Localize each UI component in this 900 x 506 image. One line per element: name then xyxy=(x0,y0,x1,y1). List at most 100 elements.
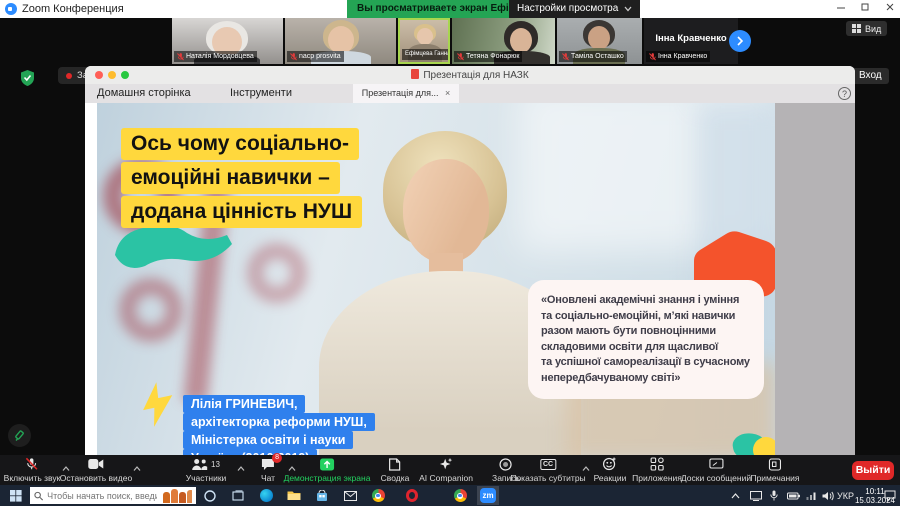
mic-muted-icon xyxy=(457,52,464,60)
chrome-icon-2[interactable] xyxy=(452,488,468,503)
start-button[interactable] xyxy=(8,488,24,503)
search-doodle-image xyxy=(161,488,192,503)
quote-card: «Оновлені академічні знання і уміння та … xyxy=(528,280,764,399)
view-button[interactable]: Вид xyxy=(846,21,888,36)
apps-button[interactable]: Приложения xyxy=(632,457,682,483)
edge-icon[interactable] xyxy=(258,488,274,503)
tab-tools[interactable]: Інструменти xyxy=(230,84,292,103)
chevron-down-icon xyxy=(624,6,632,12)
annotate-button[interactable] xyxy=(8,424,31,447)
whiteboards-button[interactable]: Доски сообщений xyxy=(681,457,751,483)
security-shield-icon[interactable] xyxy=(20,70,35,91)
quote-line: та успішної самореалізації в сучасному xyxy=(541,356,750,368)
reactions-button[interactable]: Реакции xyxy=(594,457,626,483)
action-center-icon[interactable] xyxy=(884,485,896,506)
search-input[interactable] xyxy=(47,490,158,501)
mic-muted-icon xyxy=(290,52,297,60)
tray-display-icon[interactable] xyxy=(750,485,762,506)
ai-sparkle-icon xyxy=(439,457,453,470)
tray-battery-icon[interactable] xyxy=(787,485,800,506)
summary-doc-icon xyxy=(389,457,401,471)
participants-button[interactable]: 13 Участники xyxy=(185,457,227,483)
participant-tile-active-speaker[interactable]: Ефімцева Ганна xyxy=(398,18,450,64)
help-icon[interactable]: ? xyxy=(838,87,851,100)
recording-dot-icon xyxy=(66,72,72,79)
participants-count: 13 xyxy=(211,459,220,469)
tray-network-icon[interactable] xyxy=(806,485,817,506)
tab-presentation-label: Презентація для... xyxy=(361,88,439,98)
close-button[interactable] xyxy=(883,2,897,16)
participant-tile[interactable]: Тетяна Фонарюк xyxy=(452,18,555,64)
logo-yellow-circle xyxy=(753,437,775,455)
mail-icon[interactable] xyxy=(342,488,358,503)
file-explorer-icon[interactable] xyxy=(286,488,302,503)
chat-button[interactable]: 8 Чат xyxy=(261,453,283,483)
view-settings-label: Настройки просмотра xyxy=(517,3,619,14)
opera-icon[interactable] xyxy=(404,488,420,503)
window-title: Zoom Конференция xyxy=(22,3,124,15)
slide-heading-line: додана цінність НУШ xyxy=(121,196,363,228)
leave-button[interactable]: Выйти xyxy=(852,461,894,480)
chrome-icon[interactable] xyxy=(370,488,386,503)
participant-tile[interactable]: Таміла Осташко xyxy=(557,18,642,64)
taskbar-search[interactable] xyxy=(30,487,196,504)
mic-muted-icon xyxy=(562,52,569,60)
participant-name: Тетяна Фонарюк xyxy=(466,53,520,60)
signin-button[interactable]: Вход xyxy=(852,68,889,84)
video-strip xyxy=(0,18,900,64)
notes-label: Примечания xyxy=(750,473,800,483)
quote-line: «Оновлені академічні знання і уміння xyxy=(541,294,740,306)
tab-home[interactable]: Домашня сторінка xyxy=(97,84,191,103)
unmute-button[interactable]: Включить звук xyxy=(3,457,61,483)
participants-options-chevron[interactable] xyxy=(237,459,245,477)
ai-companion-button[interactable]: AI Companion xyxy=(419,457,473,483)
unmute-label: Включить звук xyxy=(3,473,61,483)
pencil-icon xyxy=(14,429,24,441)
participant-tile-camera-off[interactable]: Інна Кравченко Інна Кравченко xyxy=(644,18,738,64)
captions-label: Показать субтитры xyxy=(510,473,586,483)
apps-label: Приложения xyxy=(632,473,682,483)
photo-red-letter-blob xyxy=(247,243,307,303)
tab-close-icon[interactable]: × xyxy=(445,88,450,98)
task-view-icon[interactable] xyxy=(230,488,246,503)
summary-button[interactable]: Сводка xyxy=(380,457,410,483)
photo-red-letter-blob xyxy=(119,278,183,342)
tray-mic-icon[interactable] xyxy=(770,485,778,506)
lightning-bolt-icon xyxy=(143,382,173,427)
summary-label: Сводка xyxy=(380,473,410,483)
cortana-icon[interactable] xyxy=(202,488,218,503)
tray-volume-icon[interactable] xyxy=(822,485,834,506)
notes-icon xyxy=(768,457,782,471)
camera-icon xyxy=(88,459,104,469)
view-settings-button[interactable]: Настройки просмотра xyxy=(509,0,641,18)
participant-tile[interactable]: Наталія Мордовцева xyxy=(172,18,283,64)
ms-store-icon[interactable] xyxy=(314,488,330,503)
participant-name: Наталія Мордовцева xyxy=(186,53,254,60)
windows-logo-icon xyxy=(10,489,22,502)
zoom-taskbar-icon[interactable]: zm xyxy=(480,488,496,503)
browser-doc-title-text: Презентація для НАЗК xyxy=(423,70,529,81)
minimize-button[interactable] xyxy=(834,2,848,16)
next-participants-button[interactable] xyxy=(729,30,751,52)
participants-label: Участники xyxy=(185,473,227,483)
captions-button[interactable]: CC Показать субтитры xyxy=(510,457,586,483)
tray-expand-chevron[interactable] xyxy=(731,485,740,506)
notes-button[interactable]: Примечания xyxy=(750,457,800,483)
share-screen-label: Демонстрация экрана xyxy=(283,473,371,483)
tab-presentation-active[interactable]: Презентація для... × xyxy=(353,84,459,103)
mic-muted-icon xyxy=(26,457,38,470)
chevron-right-icon xyxy=(737,36,744,46)
document-icon xyxy=(411,69,420,79)
mic-muted-icon xyxy=(177,52,184,60)
participant-tile[interactable]: nacp prosvita xyxy=(285,18,396,64)
ai-companion-label: AI Companion xyxy=(419,473,473,483)
stop-video-button[interactable]: Остановить видео xyxy=(60,457,132,483)
participant-name: Таміла Осташко xyxy=(571,53,624,60)
search-icon xyxy=(34,491,44,500)
captions-options-chevron[interactable] xyxy=(582,459,590,477)
slide-area: Ось чому соціально- емоційні навички – д… xyxy=(85,103,855,455)
video-options-chevron[interactable] xyxy=(133,459,141,477)
participant-name: Ефімцева Ганна xyxy=(405,51,450,57)
share-screen-button[interactable]: Демонстрация экрана xyxy=(283,457,371,483)
maximize-button[interactable] xyxy=(858,2,872,16)
